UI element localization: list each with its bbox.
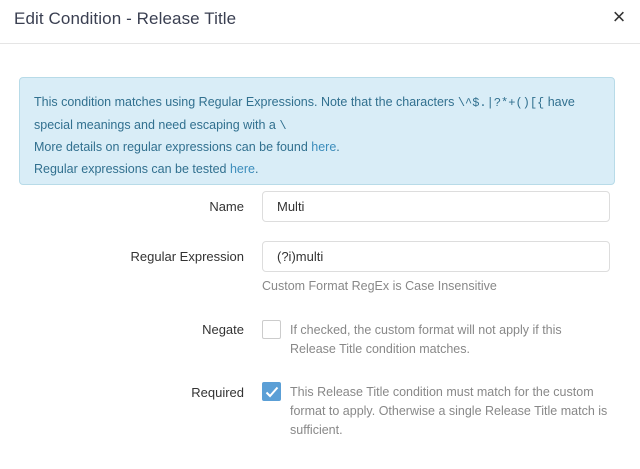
- regex-tester-link[interactable]: here: [230, 162, 255, 176]
- name-input[interactable]: [262, 191, 610, 222]
- required-help-text: This Release Title condition must match …: [290, 385, 608, 437]
- info-text: .: [254, 161, 259, 176]
- name-label: Name: [209, 199, 244, 214]
- regex-info-alert: This condition matches using Regular Exp…: [19, 77, 615, 185]
- special-characters: \^$.|?*+()[{: [457, 96, 545, 110]
- info-text: More details on regular expressions can …: [34, 140, 312, 154]
- info-text: This condition matches using Regular Exp…: [34, 95, 458, 109]
- info-text: .: [336, 140, 340, 154]
- checkmark-icon: [265, 386, 279, 398]
- info-text: special meanings and need escaping with …: [34, 117, 280, 132]
- info-line-3: More details on regular expressions can …: [34, 137, 600, 159]
- regex-label: Regular Expression: [130, 249, 244, 264]
- modal-title: Edit Condition - Release Title: [14, 9, 237, 28]
- modal-header: Edit Condition - Release Title ×: [0, 0, 640, 44]
- regex-help-text: Custom Format RegEx is Case Insensitive: [262, 279, 497, 293]
- required-label: Required: [191, 385, 244, 400]
- close-icon[interactable]: ×: [610, 6, 628, 28]
- regex-input[interactable]: [262, 241, 610, 272]
- info-text: have: [544, 95, 575, 109]
- negate-checkbox[interactable]: [262, 320, 281, 339]
- escape-character: \: [279, 118, 287, 133]
- info-line-1: This condition matches using Regular Exp…: [34, 92, 600, 115]
- negate-help-text: If checked, the custom format will not a…: [290, 323, 562, 356]
- required-checkbox[interactable]: [262, 382, 281, 401]
- info-line-2: special meanings and need escaping with …: [34, 115, 600, 138]
- negate-label: Negate: [202, 322, 244, 337]
- regex-details-link[interactable]: here: [311, 140, 336, 154]
- info-text: Regular expressions can be tested: [34, 161, 230, 176]
- info-line-4: Regular expressions can be tested here.: [34, 159, 600, 181]
